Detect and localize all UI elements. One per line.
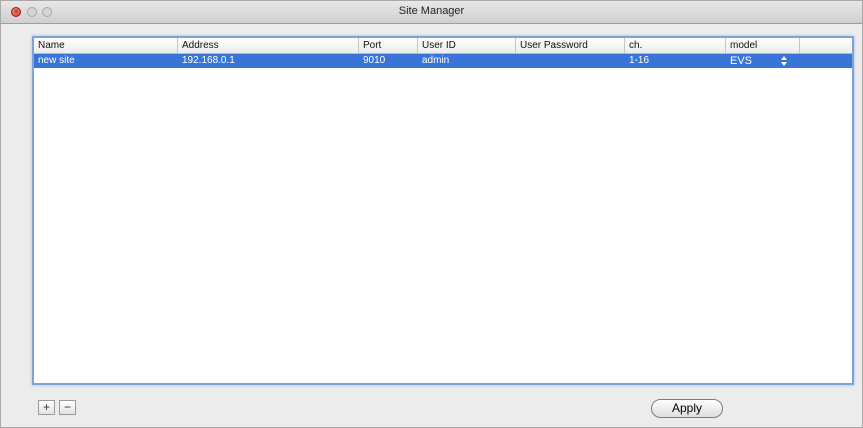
cell-filler: [800, 54, 852, 68]
updown-arrows-icon[interactable]: [781, 56, 787, 66]
table-row[interactable]: new site 192.168.0.1 9010 admin 1-16 EVS: [34, 54, 852, 68]
column-header-user-password[interactable]: User Password: [516, 38, 625, 53]
cell-port[interactable]: 9010: [359, 54, 418, 68]
column-header-port[interactable]: Port: [359, 38, 418, 53]
column-header-name[interactable]: Name: [34, 38, 178, 53]
cell-user-password[interactable]: [516, 54, 625, 68]
site-table[interactable]: Name Address Port User ID User Password …: [32, 36, 854, 385]
title-bar: × Site Manager: [1, 1, 862, 24]
model-value: EVS: [730, 55, 753, 67]
remove-site-button[interactable]: −: [59, 400, 76, 415]
cell-name[interactable]: new site: [34, 54, 178, 68]
cell-user-id[interactable]: admin: [418, 54, 516, 68]
column-header-ch[interactable]: ch.: [625, 38, 726, 53]
cell-model-select[interactable]: EVS: [726, 54, 800, 68]
add-site-button[interactable]: +: [38, 400, 55, 415]
apply-button[interactable]: Apply: [651, 399, 723, 418]
column-header-filler: [800, 38, 852, 53]
column-header-model[interactable]: model: [726, 38, 800, 53]
site-manager-window: × Site Manager Name Address Port User ID…: [0, 0, 863, 428]
column-header-user-id[interactable]: User ID: [418, 38, 516, 53]
table-header: Name Address Port User ID User Password …: [34, 38, 852, 54]
cell-address[interactable]: 192.168.0.1: [178, 54, 359, 68]
cell-ch[interactable]: 1-16: [625, 54, 726, 68]
window-title: Site Manager: [398, 5, 465, 17]
column-header-address[interactable]: Address: [178, 38, 359, 53]
